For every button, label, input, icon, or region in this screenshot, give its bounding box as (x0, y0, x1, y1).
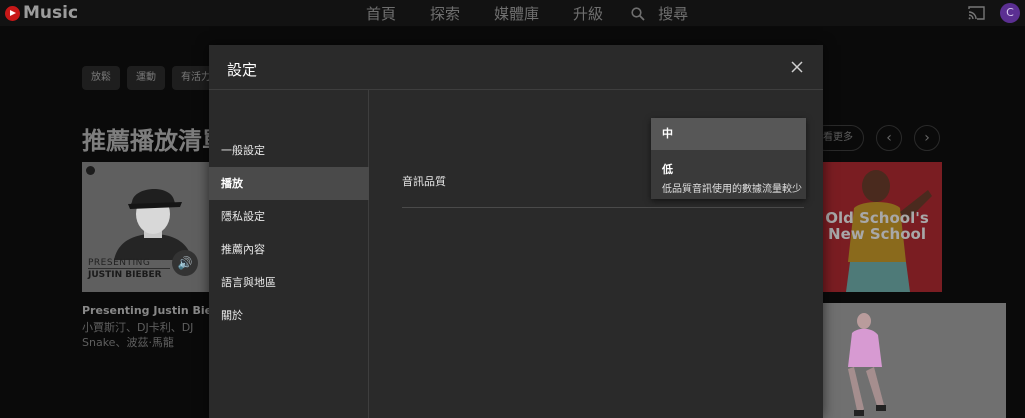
chip-workout[interactable]: 運動 (127, 66, 165, 90)
card-art-text-bottom: JUSTIN BIEBER (88, 268, 170, 280)
app-logo[interactable]: Music (5, 3, 78, 23)
youtube-music-logo-icon (5, 5, 20, 21)
settings-nav-general[interactable]: 一般設定 (209, 134, 369, 167)
option-label: 低 (662, 163, 673, 176)
audio-quality-dropdown[interactable]: 中 低 低品質音訊使用的數據流量較少 (651, 118, 806, 199)
artist-portrait-image (114, 188, 192, 260)
settings-dialog: 設定 一般設定 播放 隱私設定 推薦內容 語言與地區 關於 音訊品質 (209, 45, 823, 418)
settings-nav-about[interactable]: 關於 (209, 299, 369, 332)
settings-nav-playback[interactable]: 播放 (209, 167, 369, 200)
card-art-text: Old School's New School (825, 209, 929, 243)
nav-home[interactable]: 首頁 (366, 3, 396, 24)
dialog-title: 設定 (227, 61, 258, 79)
cast-icon[interactable] (968, 6, 985, 20)
mood-chips: 放鬆 運動 有活力 (82, 66, 220, 90)
nav-upgrade[interactable]: 升級 (573, 3, 603, 24)
dancer-image-2 (848, 313, 886, 416)
dialog-header: 設定 (209, 45, 823, 90)
app-logo-text: Music (23, 3, 79, 23)
search-icon[interactable] (631, 6, 645, 21)
nav-library[interactable]: 媒體庫 (494, 3, 539, 24)
card-badge-icon (86, 166, 95, 175)
card-art-text-top: PRESENTING (88, 258, 151, 268)
avatar[interactable]: C (1000, 3, 1020, 23)
speaker-icon[interactable]: 🔊 (172, 250, 198, 276)
close-icon[interactable] (789, 59, 805, 75)
carousel-next-button[interactable]: › (914, 125, 940, 151)
settings-nav-privacy[interactable]: 隱私設定 (209, 200, 369, 233)
option-description: 低品質音訊使用的數據流量較少 (662, 184, 802, 195)
setting-divider (402, 207, 804, 208)
nav-explore[interactable]: 探索 (430, 3, 460, 24)
playlist-card-thumbnail-2[interactable]: Old School's New School (812, 162, 942, 292)
main-nav: 首頁 探索 媒體庫 升級 搜尋 (366, 3, 722, 24)
settings-nav-recommendations[interactable]: 推薦內容 (209, 233, 369, 266)
section-actions: 看更多 ‹ › (812, 125, 940, 151)
carousel-prev-button[interactable]: ‹ (876, 125, 902, 151)
settings-nav-language-region[interactable]: 語言與地區 (209, 266, 369, 299)
audio-quality-label: 音訊品質 (402, 175, 446, 188)
playlist-card-subtitle: 小賈斯汀、DJ卡利、DJ Snake、波茲·馬龍 (82, 321, 194, 349)
section-title: 推薦播放清單 (82, 127, 226, 155)
playlist-card-thumbnail-3[interactable] (812, 303, 1006, 418)
option-label: 中 (662, 127, 673, 140)
audio-quality-option-low[interactable]: 低 低品質音訊使用的數據流量較少 (651, 150, 806, 199)
top-bar: Music 首頁 探索 媒體庫 升級 搜尋 C (0, 0, 1025, 26)
playlist-card-thumbnail[interactable]: PRESENTING JUSTIN BIEBER 🔊 (82, 162, 212, 292)
nav-search[interactable]: 搜尋 (658, 3, 688, 24)
audio-quality-option-medium[interactable]: 中 (651, 118, 806, 150)
chip-relax[interactable]: 放鬆 (82, 66, 120, 90)
settings-sidebar: 一般設定 播放 隱私設定 推薦內容 語言與地區 關於 (209, 90, 369, 418)
